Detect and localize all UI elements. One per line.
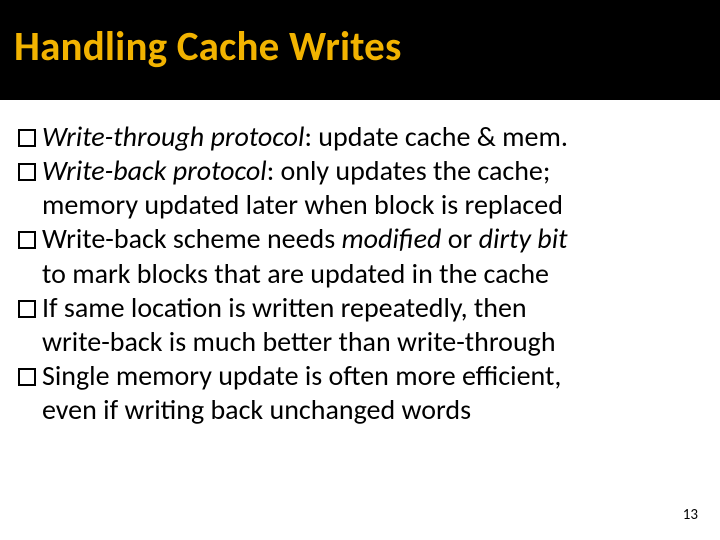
square-bullet-icon bbox=[18, 129, 36, 147]
square-bullet-icon bbox=[18, 163, 36, 181]
slide: Handling Cache Writes Write-through prot… bbox=[0, 0, 720, 540]
bullet-continuation: to mark blocks that are updated in the c… bbox=[42, 257, 692, 291]
slide-title: Handling Cache Writes bbox=[14, 22, 706, 72]
emphasis: Write-back protocol bbox=[42, 153, 267, 188]
emphasis: modified bbox=[342, 221, 442, 256]
title-bar: Handling Cache Writes bbox=[0, 0, 720, 100]
bullet-item: Single memory update is often more effic… bbox=[18, 359, 692, 393]
bullet-item: Write-back protocol: only updates the ca… bbox=[18, 154, 692, 188]
bullet-text: Single memory update is often more effic… bbox=[42, 359, 561, 393]
bullet-continuation: write-back is much better than write-thr… bbox=[42, 325, 692, 359]
bullet-pre: Write-back scheme needs bbox=[42, 221, 342, 256]
bullet-continuation: even if writing back unchanged words bbox=[42, 393, 692, 427]
slide-body: Write-through protocol: update cache & m… bbox=[0, 100, 720, 427]
bullet-rest: : only updates the cache; bbox=[267, 153, 551, 188]
square-bullet-icon bbox=[18, 368, 36, 386]
bullet-item: Write-back scheme needs modified or dirt… bbox=[18, 222, 692, 256]
bullet-text: Write-back protocol: only updates the ca… bbox=[42, 154, 550, 188]
square-bullet-icon bbox=[18, 231, 36, 249]
emphasis: Write-through protocol bbox=[42, 119, 304, 154]
square-bullet-icon bbox=[18, 300, 36, 318]
page-number: 13 bbox=[683, 506, 698, 524]
bullet-text: Write-back scheme needs modified or dirt… bbox=[42, 222, 568, 256]
bullet-text: If same location is written repeatedly, … bbox=[42, 291, 527, 325]
bullet-mid: or bbox=[441, 221, 478, 256]
bullet-item: If same location is written repeatedly, … bbox=[18, 291, 692, 325]
bullet-rest: : update cache & mem. bbox=[304, 119, 567, 154]
bullet-item: Write-through protocol: update cache & m… bbox=[18, 120, 692, 154]
bullet-continuation: memory updated later when block is repla… bbox=[42, 188, 692, 222]
emphasis: dirty bit bbox=[479, 221, 568, 256]
bullet-text: Write-through protocol: update cache & m… bbox=[42, 120, 568, 154]
